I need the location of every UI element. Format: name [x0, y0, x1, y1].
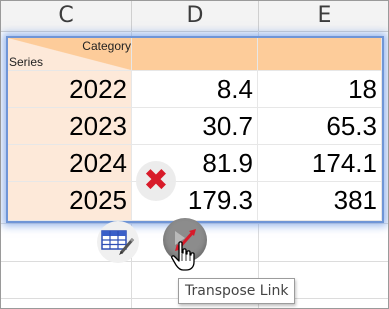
- data-cell[interactable]: 174.1: [258, 145, 382, 182]
- row-label-cell[interactable]: 2024: [8, 145, 132, 182]
- column-header-bar: C D E: [1, 1, 388, 32]
- data-cell[interactable]: 65.3: [258, 108, 382, 145]
- data-cell[interactable]: 381: [258, 182, 382, 221]
- row-label-cell[interactable]: 2022: [8, 71, 132, 108]
- selected-table[interactable]: Category Series 2022 8.4 18 2023 30.7 65…: [6, 36, 384, 223]
- column-header-c[interactable]: C: [1, 1, 131, 31]
- corner-cell: Category Series: [8, 38, 132, 71]
- row-label-cell[interactable]: 2023: [8, 108, 132, 145]
- data-cell[interactable]: 8.4: [132, 71, 258, 108]
- series-label: Series: [9, 55, 44, 69]
- close-x-icon: ✖: [143, 163, 169, 198]
- data-cell[interactable]: 30.7: [132, 108, 258, 145]
- header-cell[interactable]: [132, 38, 258, 71]
- table-edit-icon: [101, 230, 135, 255]
- header-cell[interactable]: [258, 38, 382, 71]
- column-header-e[interactable]: E: [259, 1, 388, 31]
- spreadsheet-view: C D E Category Series 2022 8.4 18 2023 3…: [0, 0, 389, 309]
- tooltip: Transpose Link: [178, 278, 296, 304]
- row-label-cell[interactable]: 2025: [8, 182, 132, 221]
- delete-table-button[interactable]: ✖: [136, 161, 176, 201]
- data-cell[interactable]: 18: [258, 71, 382, 108]
- column-header-d[interactable]: D: [132, 1, 258, 31]
- edit-table-button[interactable]: [97, 221, 139, 263]
- hand-pointer-icon: [171, 241, 195, 271]
- category-label: Category: [82, 39, 131, 53]
